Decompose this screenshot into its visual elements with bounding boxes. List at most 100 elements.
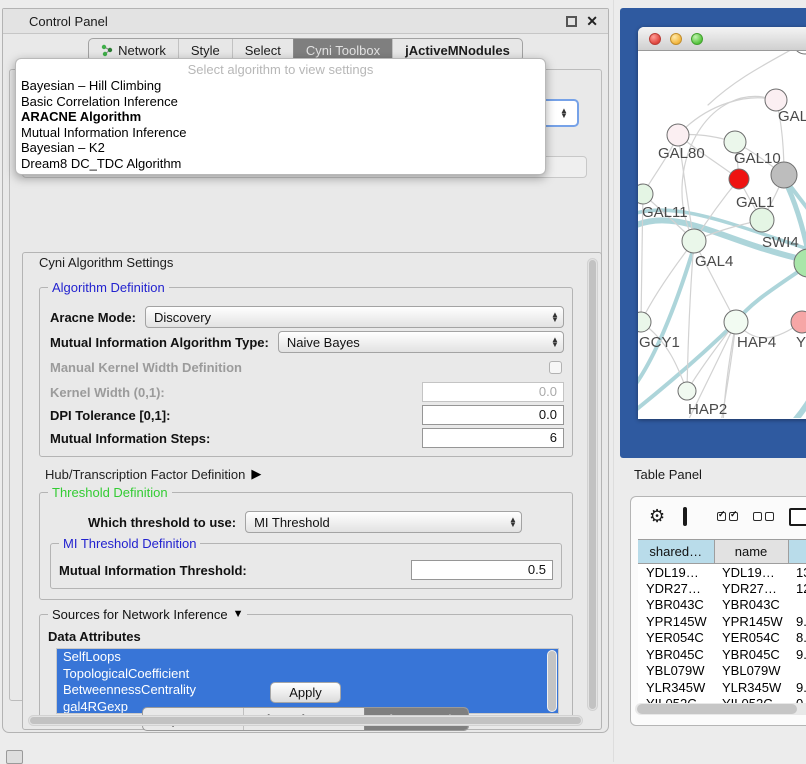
- table-row[interactable]: YPR145WYPR145W9.: [638, 613, 806, 630]
- table-cell: 13: [788, 564, 806, 581]
- table-row[interactable]: YDR27…YDR27…12: [638, 580, 806, 597]
- table-toolbar: ⚙: [631, 497, 806, 539]
- panel-mode-icon[interactable]: [789, 508, 806, 526]
- close-window-icon[interactable]: [649, 33, 661, 45]
- algorithm-option[interactable]: Mutual Information Inference: [16, 125, 545, 141]
- table-panel-title: Table Panel: [634, 467, 702, 482]
- table-horizontal-scrollbar[interactable]: [635, 703, 806, 715]
- table-row[interactable]: YBL079WYBL079W: [638, 663, 806, 680]
- mi-algorithm-type-combo[interactable]: Naive Bayes ▲▼: [278, 331, 564, 353]
- table-cell: YLR345W: [638, 679, 714, 696]
- close-panel-icon[interactable]: ✕: [586, 16, 598, 27]
- combo-stepper-icon: ▲▼: [547, 312, 563, 322]
- table-cell: YBR043C: [714, 597, 788, 614]
- network-node[interactable]: [729, 169, 749, 189]
- splitpane-divider[interactable]: [613, 0, 614, 762]
- kernel-width-field[interactable]: 0.0: [422, 382, 564, 402]
- mi-threshold-definition-title: MI Threshold Definition: [59, 536, 200, 551]
- settings-gear-icon[interactable]: ⚙: [649, 507, 665, 525]
- threshold-definition-group: Threshold Definition Which threshold to …: [39, 492, 573, 600]
- table-cell: YDL19…: [714, 564, 788, 581]
- column-organize-icon[interactable]: [683, 507, 687, 526]
- data-attributes-list[interactable]: SelfLoopsTopologicalCoefficientBetweenne…: [56, 648, 559, 714]
- column-header[interactable]: name: [714, 540, 788, 564]
- node-label: GAL10: [734, 150, 781, 167]
- combo-stepper-icon: ▲▼: [547, 337, 563, 347]
- network-canvas[interactable]: GALGAL80GAL10GAL1GAL11GAL4SWI4GCY1HAP4YH…: [638, 51, 806, 418]
- zoom-window-icon[interactable]: [691, 33, 703, 45]
- settings-vertical-scrollbar[interactable]: [587, 258, 598, 711]
- network-node-hap2[interactable]: [678, 382, 696, 400]
- mi-threshold-label: Mutual Information Threshold:: [59, 563, 411, 578]
- float-window-icon[interactable]: [566, 16, 577, 27]
- node-label: GCY1: [639, 334, 680, 351]
- table-cell: YBR043C: [638, 597, 714, 614]
- algorithm-option[interactable]: Basic Correlation Inference: [16, 94, 545, 110]
- select-all-columns-icon[interactable]: [717, 512, 738, 521]
- cyni-algorithm-settings-title: Cyni Algorithm Settings: [35, 255, 177, 270]
- table-cell: 9.: [788, 679, 806, 696]
- table-cell: YPR145W: [714, 613, 788, 630]
- aracne-mode-label: Aracne Mode:: [50, 310, 136, 325]
- minimize-window-icon[interactable]: [670, 33, 682, 45]
- cyni-algorithm-settings-group: Cyni Algorithm Settings Algorithm Defini…: [22, 252, 602, 730]
- which-threshold-combo[interactable]: MI Threshold ▲▼: [245, 511, 522, 533]
- deselect-all-columns-icon[interactable]: [753, 512, 774, 521]
- network-node[interactable]: [793, 51, 806, 54]
- mi-algorithm-type-value: Naive Bayes: [287, 335, 547, 350]
- node-label: SWI4: [762, 234, 799, 251]
- network-node-gal11[interactable]: [638, 184, 653, 204]
- table-cell: YDR27…: [714, 580, 788, 597]
- table-row[interactable]: YDL19…YDL19…13: [638, 564, 806, 581]
- settings-horizontal-scrollbar[interactable]: [28, 715, 583, 726]
- data-attributes-label: Data Attributes: [48, 629, 564, 644]
- table-panel: ⚙ shared…nameA YDL19…YDL19…13YDR27…YDR27…: [630, 496, 806, 726]
- table-row[interactable]: YBR043CYBR043C: [638, 597, 806, 614]
- aracne-mode-combo[interactable]: Discovery ▲▼: [145, 306, 564, 328]
- table-cell: YDL19…: [638, 564, 714, 581]
- network-node-hap4[interactable]: [724, 310, 748, 334]
- which-threshold-label: Which threshold to use:: [88, 515, 236, 530]
- network-node[interactable]: [771, 162, 797, 188]
- hub-transcription-factor-toggle[interactable]: Hub/Transcription Factor Definition ▶: [45, 466, 573, 482]
- algorithm-definition-group: Algorithm Definition Aracne Mode: Discov…: [39, 287, 573, 457]
- network-view-frame[interactable]: GALGAL80GAL10GAL1GAL11GAL4SWI4GCY1HAP4YH…: [620, 8, 806, 458]
- column-header[interactable]: A: [788, 540, 806, 564]
- column-header[interactable]: shared…: [638, 540, 714, 564]
- dpi-tolerance-field[interactable]: 0.0: [422, 405, 564, 425]
- table-row[interactable]: YER054CYER054C8.: [638, 630, 806, 647]
- node-label: GAL1: [736, 194, 774, 211]
- table-header-row[interactable]: shared…nameA: [638, 540, 806, 564]
- apply-button[interactable]: Apply: [270, 682, 341, 703]
- expand-right-icon: ▶: [251, 466, 261, 482]
- network-node-gal1[interactable]: [750, 208, 774, 232]
- network-node-gal4[interactable]: [682, 229, 706, 253]
- table-row[interactable]: YLR345WYLR345W9.: [638, 679, 806, 696]
- sources-group-title-row[interactable]: Sources for Network Inference ▼: [48, 607, 247, 622]
- attribute-item[interactable]: TopologicalCoefficient: [57, 666, 558, 683]
- tab-label: jActiveMNodules: [405, 43, 510, 58]
- node-label: GAL: [778, 108, 806, 125]
- mi-steps-label: Mutual Information Steps:: [50, 431, 422, 446]
- combo-stepper-icon: ▲▼: [505, 517, 521, 527]
- attribute-item[interactable]: SelfLoops: [57, 649, 558, 666]
- algorithm-option[interactable]: Dream8 DC_TDC Algorithm: [16, 156, 545, 172]
- control-panel-titlebar: Control Panel ✕: [3, 9, 608, 34]
- network-node-y[interactable]: [791, 311, 806, 333]
- mi-threshold-field[interactable]: 0.5: [411, 560, 553, 580]
- mi-steps-field[interactable]: 6: [422, 428, 564, 448]
- table-cell: YBL079W: [638, 663, 714, 680]
- algorithm-option[interactable]: Bayesian – K2: [16, 140, 545, 156]
- table-cell: YBL079W: [714, 663, 788, 680]
- sources-group: Sources for Network Inference ▼ Data Att…: [39, 614, 573, 722]
- table-cell: YLR345W: [714, 679, 788, 696]
- hub-transcription-factor-label: Hub/Transcription Factor Definition: [45, 467, 245, 482]
- algorithm-option[interactable]: ARACNE Algorithm: [16, 109, 545, 125]
- network-node-gal80[interactable]: [667, 124, 689, 146]
- network-window: GALGAL80GAL10GAL1GAL11GAL4SWI4GCY1HAP4YH…: [638, 27, 806, 419]
- table-cell: 9.: [788, 646, 806, 663]
- manual-kernel-width-checkbox[interactable]: [549, 361, 562, 374]
- table-row[interactable]: YBR045CYBR045C9.: [638, 646, 806, 663]
- algorithm-option[interactable]: Bayesian – Hill Climbing: [16, 78, 545, 94]
- algorithm-dropdown-placeholder: Select algorithm to view settings: [16, 61, 545, 78]
